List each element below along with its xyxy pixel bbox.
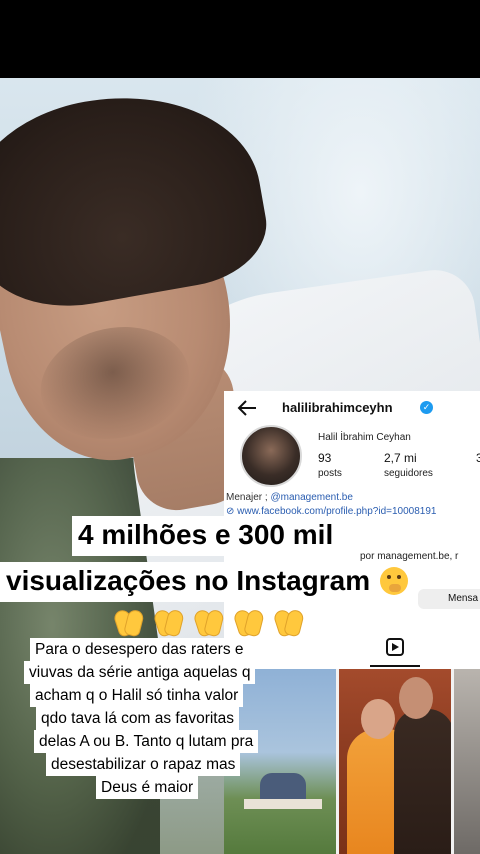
paragraph-line: Deus é maior [96,776,199,799]
reel-thumbnail[interactable] [454,669,480,854]
posts-count[interactable]: 93 [318,451,331,465]
back-arrow-icon[interactable] [236,397,258,419]
clapping-hands-row [112,606,306,640]
profile-bio: Menajer ; @management.be [226,492,353,503]
thumbnail-people [260,773,306,801]
profile-display-name: Halil İbrahim Ceyhan [318,432,411,443]
clapping-hands-emoji [112,606,146,638]
managed-by-text: por management.be, r [360,551,459,562]
clapping-hands-emoji [152,606,186,638]
paragraph-line: desestabilizar o rapaz mas [46,753,241,776]
reels-icon[interactable] [386,638,404,656]
paragraph-line: acham q o Halil só tinha valor [30,684,244,707]
paragraph-line: delas A ou B. Tanto q lutam pra [34,730,259,753]
profile-avatar[interactable] [240,425,302,487]
face-with-hand-over-mouth-emoji [379,567,408,595]
caption-line-2-text: visualizações no Instagram [6,565,371,596]
bio-mention-link[interactable]: @management.be [270,492,352,503]
clapping-hands-emoji [232,606,266,638]
paragraph-line: qdo tava lá com as favoritas [36,707,239,730]
thumbnail-woman-face [361,699,395,739]
bio-prefix: Menajer ; [226,492,271,503]
thumbnail-table [244,799,322,809]
followers-label: seguidores [384,468,433,479]
reel-thumbnail[interactable] [339,669,451,854]
posts-label: posts [318,468,342,479]
followers-count[interactable]: 2,7 mi [384,451,417,465]
clapping-hands-emoji [272,606,306,638]
reels-grid [224,669,480,854]
following-count[interactable]: 3 [476,451,480,465]
thumbnail-man-face [399,677,433,719]
caption-line-1: 4 milhões e 300 mil [72,516,340,556]
active-tab-indicator [370,665,420,667]
clapping-hands-emoji [192,606,226,638]
paragraph-line: viuvas da série antiga aquelas q [24,661,256,684]
paragraph-line: Para o desespero das raters e [30,638,249,661]
profile-handle: halilibrahimceyhn [282,400,393,415]
top-letterbox [0,0,480,78]
caption-line-2: visualizações no Instagram [0,562,414,602]
thumbnail-man-suit [394,709,451,854]
message-button[interactable]: Mensa [418,589,480,609]
check-badge-icon: ✓ [420,401,433,414]
